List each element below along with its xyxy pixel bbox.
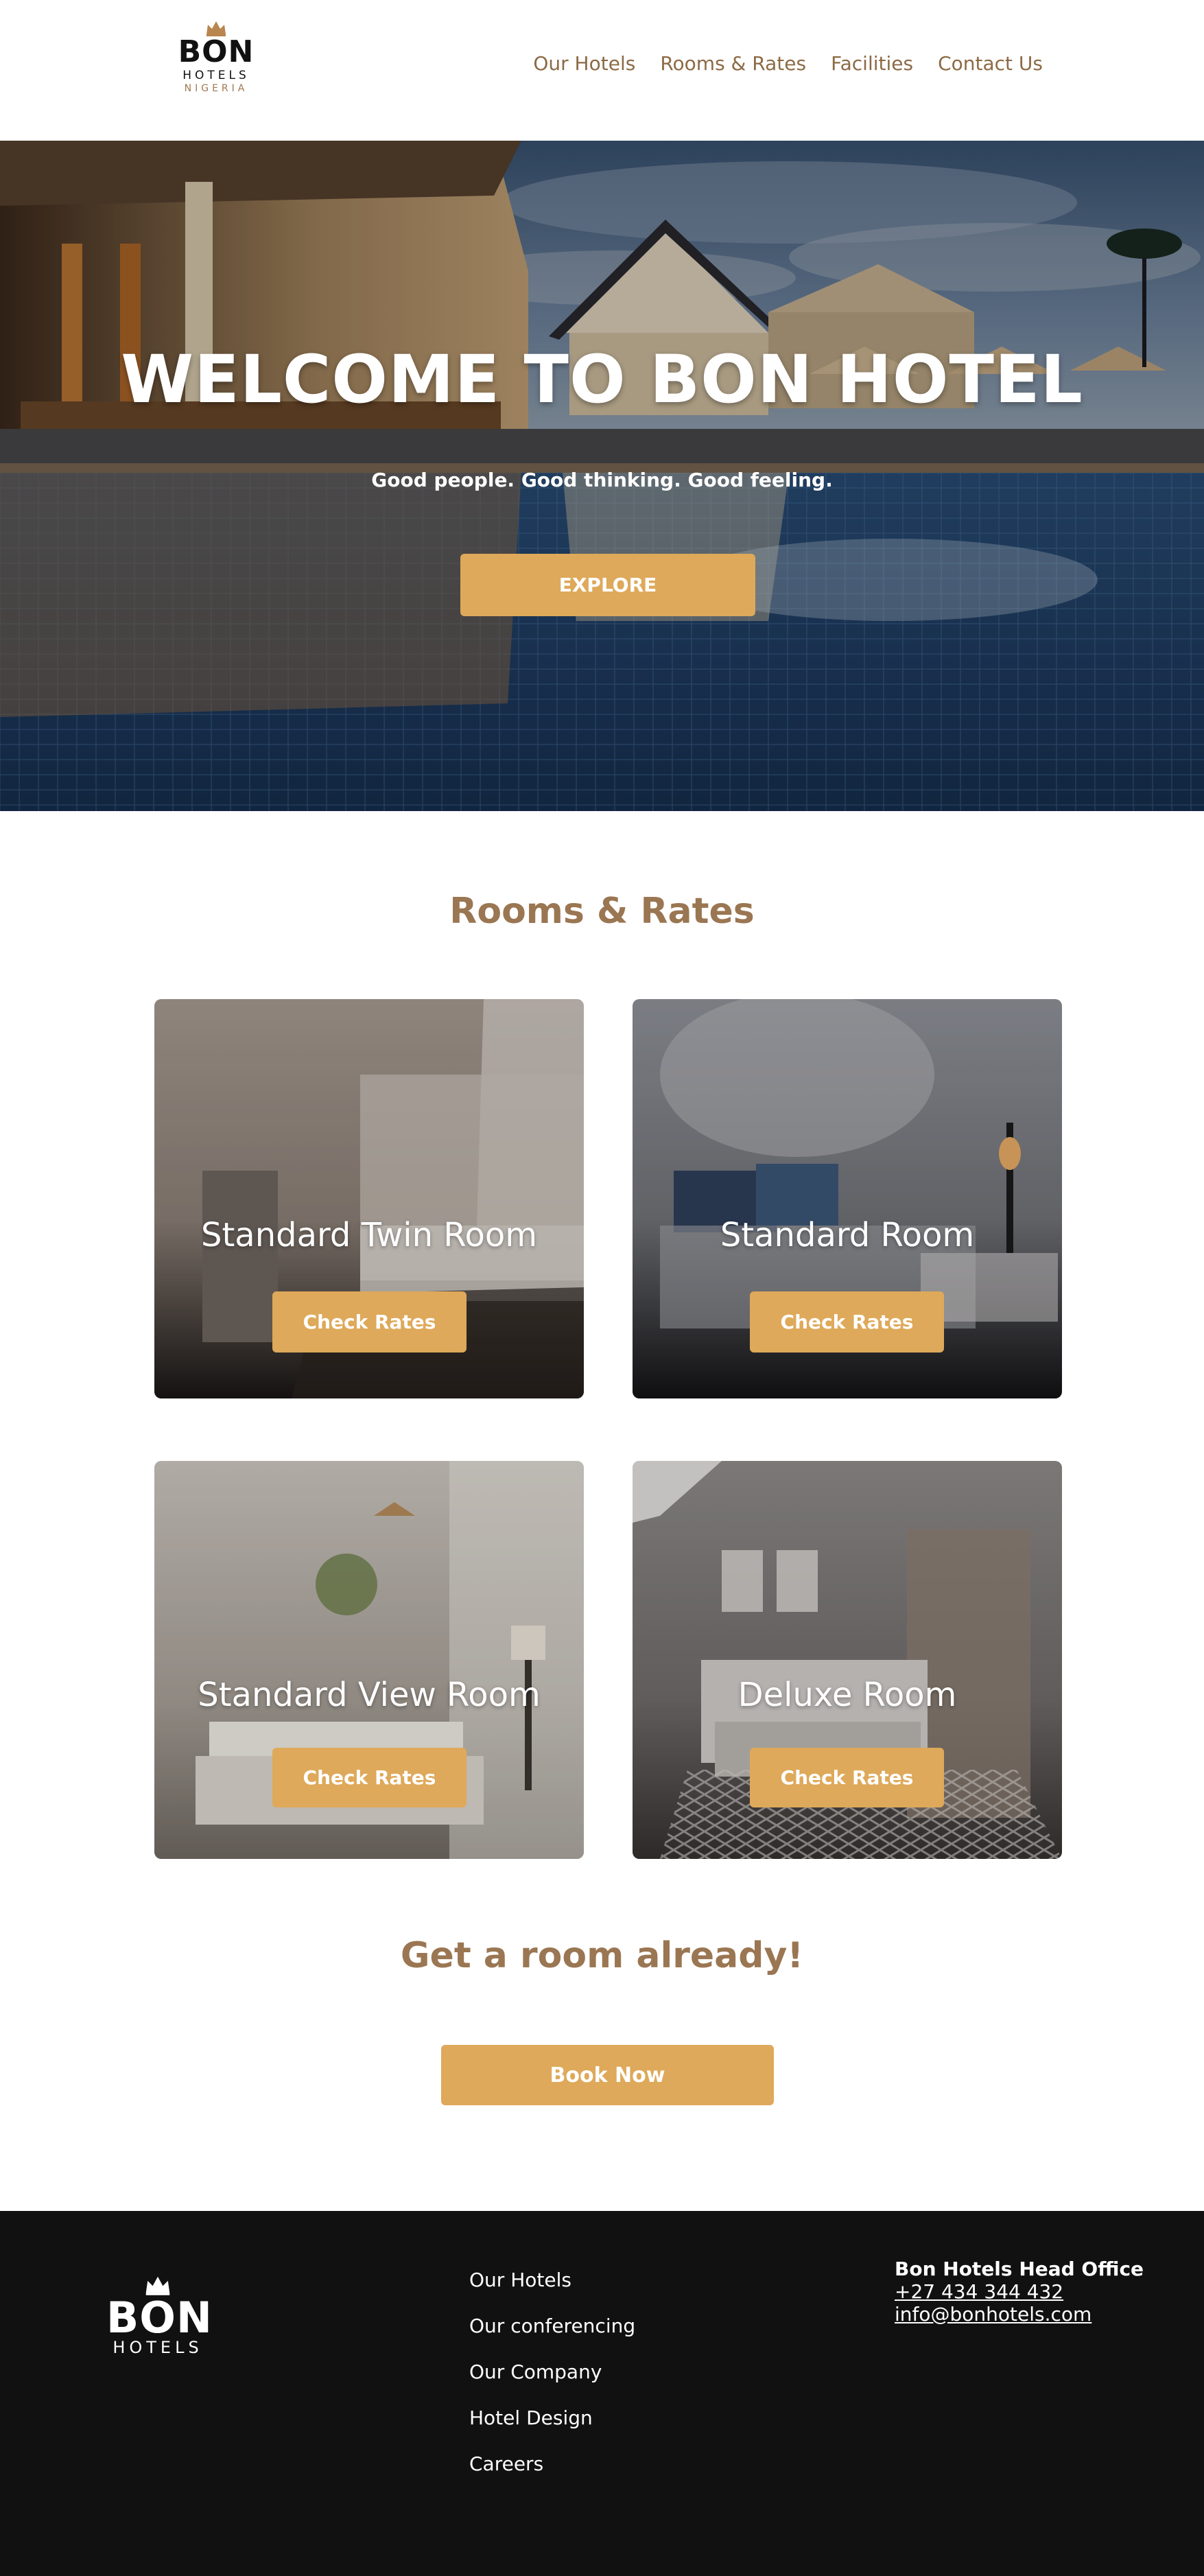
room-card-title: Standard Twin Room xyxy=(201,1216,537,1254)
footer-contact: Bon Hotels Head Office +27 434 344 432 i… xyxy=(895,2258,1144,2326)
site-header: BON HOTELS NIGERIA Our Hotels Rooms & Ra… xyxy=(0,0,1204,141)
hero-subtitle: Good people. Good thinking. Good feeling… xyxy=(371,469,833,491)
rooms-rates-heading: Rooms & Rates xyxy=(449,891,755,932)
logo-text-nigeria: NIGERIA xyxy=(184,83,248,94)
nav-our-hotels[interactable]: Our Hotels xyxy=(533,52,635,75)
check-rates-button[interactable]: Check Rates xyxy=(272,1291,467,1353)
room-card-standard-twin[interactable]: Standard Twin Room Check Rates xyxy=(154,999,584,1398)
footer-link-our-hotels[interactable]: Our Hotels xyxy=(469,2269,635,2292)
footer-links: Our Hotels Our conferencing Our Company … xyxy=(469,2269,635,2498)
room-card-title: Standard Room xyxy=(720,1216,975,1254)
check-rates-button[interactable]: Check Rates xyxy=(750,1291,944,1353)
site-footer: BON HOTELS Our Hotels Our conferencing O… xyxy=(0,2211,1204,2576)
room-card-deluxe[interactable]: Deluxe Room Check Rates xyxy=(633,1461,1062,1859)
explore-button[interactable]: EXPLORE xyxy=(460,554,755,616)
footer-logo-text-hotels: HOTELS xyxy=(113,2338,203,2357)
logo-text-bon: BON xyxy=(178,34,255,69)
room-card-title: Deluxe Room xyxy=(737,1676,957,1714)
room-card-title: Standard View Room xyxy=(198,1676,541,1714)
nav-contact-us[interactable]: Contact Us xyxy=(938,52,1043,75)
room-card-standard[interactable]: Standard Room Check Rates xyxy=(633,999,1062,1398)
check-rates-button[interactable]: Check Rates xyxy=(272,1748,467,1807)
footer-logo-text-bon: BON xyxy=(106,2293,213,2343)
nav-facilities[interactable]: Facilities xyxy=(831,52,913,75)
check-rates-button[interactable]: Check Rates xyxy=(750,1748,944,1807)
footer-link-hotel-design[interactable]: Hotel Design xyxy=(469,2407,635,2430)
room-card-standard-view[interactable]: Standard View Room Check Rates xyxy=(154,1461,584,1859)
nav-rooms-rates[interactable]: Rooms & Rates xyxy=(660,52,806,75)
footer-link-careers[interactable]: Careers xyxy=(469,2452,635,2476)
logo-text-hotels: HOTELS xyxy=(182,69,250,82)
footer-link-our-company[interactable]: Our Company xyxy=(469,2361,635,2384)
main-nav: Our Hotels Rooms & Rates Facilities Cont… xyxy=(533,52,1043,75)
phone-link[interactable]: +27 434 344 432 xyxy=(895,2280,1144,2303)
footer-logo[interactable]: BON HOTELS xyxy=(106,2274,213,2357)
cta-heading: Get a room already! xyxy=(400,1935,804,1976)
footer-link-our-conferencing[interactable]: Our conferencing xyxy=(469,2315,635,2338)
email-link[interactable]: info@bonhotels.com xyxy=(895,2303,1144,2326)
head-office-label: Bon Hotels Head Office xyxy=(895,2258,1144,2280)
hero-title: WELCOME TO BON HOTEL xyxy=(121,341,1083,418)
brand-logo[interactable]: BON HOTELS NIGERIA xyxy=(175,19,257,102)
hero-section: WELCOME TO BON HOTEL Good people. Good t… xyxy=(0,141,1204,811)
book-now-button[interactable]: Book Now xyxy=(441,2045,774,2105)
